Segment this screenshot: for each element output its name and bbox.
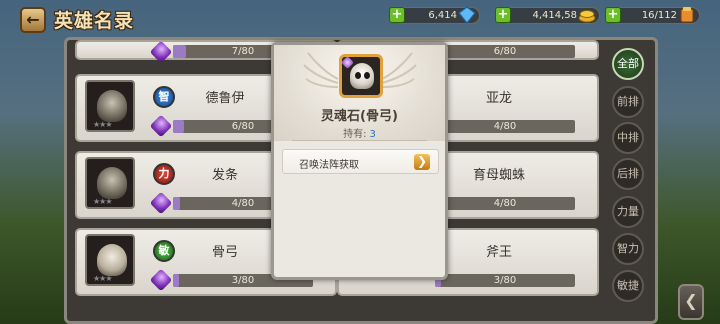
stamina-count: 16/112 xyxy=(641,10,677,21)
strength-attr-icon: 力 xyxy=(153,163,175,185)
filter-all[interactable]: 全部 xyxy=(612,48,644,80)
hero-progress: 3/80 xyxy=(435,274,575,287)
owned-value: 3 xyxy=(369,129,376,140)
obtain-source-row[interactable]: 召唤法阵获取 ❯ xyxy=(282,149,439,174)
stamina-resource: + 16/112 xyxy=(605,7,700,24)
add-diamond-button[interactable]: + xyxy=(389,7,405,23)
hero-progress: 4/80 xyxy=(435,120,575,133)
hero-name: 斧王 xyxy=(485,245,512,260)
soul-gem-icon xyxy=(149,40,173,64)
filter-intelligence[interactable]: 智力 xyxy=(612,233,644,265)
hero-name: 骨弓 xyxy=(211,245,238,260)
owned-count: 持有: 3 xyxy=(274,125,445,140)
item-info-popup: 灵魂石(骨弓) 持有: 3 召唤法阵获取 ❯ xyxy=(271,42,448,280)
divider xyxy=(292,140,427,141)
soul-gem-icon xyxy=(149,268,173,292)
filter-back-row[interactable]: 后排 xyxy=(612,158,644,190)
filter-front-row[interactable]: 前排 xyxy=(612,86,644,118)
filter-agility[interactable]: 敏捷 xyxy=(612,270,644,302)
diamond-count: 6,414 xyxy=(428,10,457,21)
popup-header: 灵魂石(骨弓) 持有: 3 xyxy=(274,45,445,141)
top-bar: ← 英雄名录 + 6,414 + 4,414,58 + 16/112 xyxy=(0,0,720,34)
owned-label: 持有: xyxy=(343,129,367,140)
soul-gem-icon xyxy=(149,191,173,215)
gold-resource: + 4,414,58 xyxy=(495,7,600,24)
hero-name: 发条 xyxy=(211,168,238,183)
filter-strength[interactable]: 力量 xyxy=(612,196,644,228)
obtain-source-label: 召唤法阵获取 xyxy=(299,160,359,171)
diamond-icon xyxy=(458,6,476,24)
diamond-resource: + 6,414 xyxy=(389,6,480,24)
soul-gem-icon xyxy=(149,114,173,138)
hero-progress: 4/80 xyxy=(435,197,575,210)
page-title: 英雄名录 xyxy=(54,10,135,32)
gold-coins-icon xyxy=(578,10,596,23)
stamina-icon xyxy=(680,7,694,23)
add-gold-button[interactable]: + xyxy=(495,7,511,23)
hero-name: 亚龙 xyxy=(485,91,512,106)
hero-portrait: ★★★ xyxy=(85,234,135,286)
agility-attr-icon: 敏 xyxy=(153,240,175,262)
filter-middle-row[interactable]: 中排 xyxy=(612,122,644,154)
add-stamina-button[interactable]: + xyxy=(605,7,621,23)
hero-name: 德鲁伊 xyxy=(205,91,245,106)
intelligence-attr-icon: 智 xyxy=(153,86,175,108)
hero-progress: 6/80 xyxy=(435,45,575,58)
side-panel-toggle-button[interactable]: ❮ xyxy=(678,284,704,320)
item-name: 灵魂石(骨弓) xyxy=(321,109,398,124)
go-arrow-icon[interactable]: ❯ xyxy=(414,154,430,170)
hero-name: 育母蜘蛛 xyxy=(472,168,525,183)
back-button[interactable]: ← xyxy=(20,7,46,33)
soul-stone-item-icon xyxy=(339,54,383,98)
hero-portrait: ★★★ xyxy=(85,80,135,132)
gold-count: 4,414,58 xyxy=(532,10,577,21)
hero-portrait: ★★★ xyxy=(85,157,135,209)
